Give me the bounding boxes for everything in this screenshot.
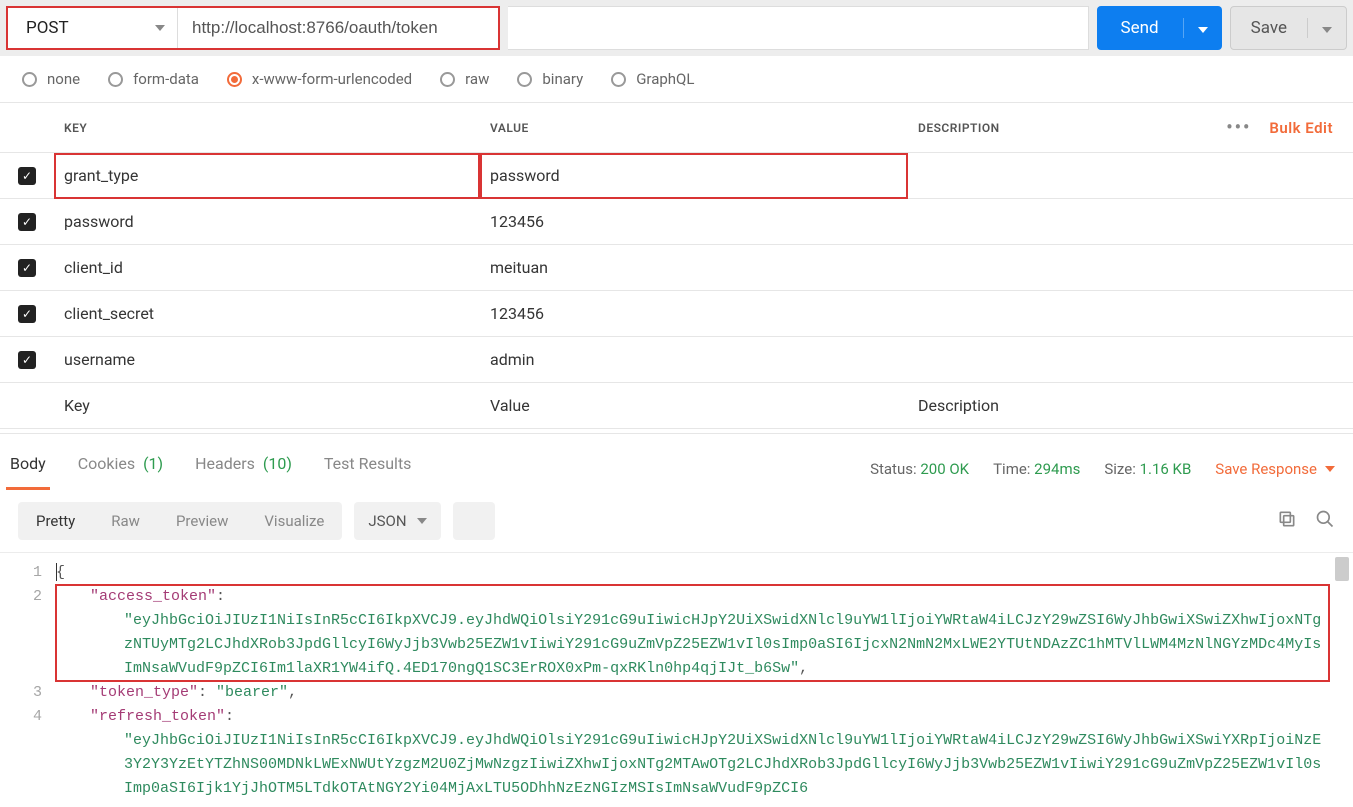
http-method-select[interactable]: POST	[8, 8, 178, 48]
chevron-down-icon	[155, 25, 165, 31]
json-line: "refresh_token":	[56, 705, 1329, 729]
json-line: {	[56, 561, 1329, 585]
send-label: Send	[1097, 18, 1183, 38]
viewer-tab-raw[interactable]: Raw	[93, 502, 158, 540]
row-checkbox[interactable]: ✓	[18, 213, 36, 231]
body-type-none[interactable]: none	[22, 70, 80, 88]
search-icon[interactable]	[1315, 509, 1335, 534]
radio-icon	[108, 72, 123, 87]
param-value-cell[interactable]: password	[480, 153, 908, 199]
send-dropdown[interactable]	[1183, 18, 1222, 38]
body-type-form-data[interactable]: form-data	[108, 70, 199, 88]
table-row: ✓ client_id meituan	[0, 245, 1353, 291]
time-label: Time: 294ms	[993, 460, 1080, 478]
url-remainder[interactable]	[508, 6, 1089, 50]
body-type-radios: none form-data x-www-form-urlencoded raw…	[0, 56, 1353, 102]
more-icon[interactable]: •••	[1226, 117, 1251, 138]
save-response-button[interactable]: Save Response	[1215, 460, 1335, 478]
radio-icon	[440, 72, 455, 87]
url-input[interactable]	[178, 8, 498, 48]
body-type-urlencoded[interactable]: x-www-form-urlencoded	[227, 70, 412, 88]
param-key-placeholder[interactable]: Key	[54, 383, 480, 429]
viewer-mode-tabs: Pretty Raw Preview Visualize	[18, 502, 342, 540]
tab-body[interactable]: Body	[6, 448, 50, 490]
table-row: ✓ username admin	[0, 337, 1353, 383]
param-desc-cell[interactable]	[908, 245, 1353, 291]
header-description: DESCRIPTION ••• Bulk Edit	[908, 103, 1353, 153]
copy-icon[interactable]	[1277, 509, 1297, 534]
viewer-toolbar: Pretty Raw Preview Visualize JSON	[0, 490, 1353, 553]
status-label: Status: 200 OK	[870, 460, 969, 478]
response-bar: Body Cookies (1) Headers (10) Test Resul…	[0, 433, 1353, 490]
send-button[interactable]: Send	[1097, 6, 1222, 50]
chevron-down-icon	[417, 518, 427, 524]
body-type-raw[interactable]: raw	[440, 70, 489, 88]
tab-test-results[interactable]: Test Results	[320, 448, 416, 490]
radio-icon	[227, 72, 242, 87]
header-check	[0, 103, 54, 153]
row-checkbox[interactable]: ✓	[18, 351, 36, 369]
param-desc-cell[interactable]	[908, 291, 1353, 337]
param-key-cell[interactable]: password	[54, 199, 480, 245]
param-key-cell[interactable]: client_secret	[54, 291, 480, 337]
table-row: ✓ password 123456	[0, 199, 1353, 245]
radio-icon	[22, 72, 37, 87]
json-line: "token_type": "bearer",	[56, 681, 1329, 705]
save-button[interactable]: Save	[1230, 6, 1347, 50]
language-select[interactable]: JSON	[354, 502, 440, 540]
request-bar: POST Send Save	[0, 0, 1353, 56]
tab-headers[interactable]: Headers (10)	[191, 448, 296, 490]
radio-icon	[517, 72, 532, 87]
line-numbers: 1 2 3 4	[0, 561, 56, 801]
size-label: Size: 1.16 KB	[1104, 460, 1191, 478]
param-value-cell[interactable]: admin	[480, 337, 908, 383]
param-key-cell[interactable]: username	[54, 337, 480, 383]
table-row: ✓ client_secret 123456	[0, 291, 1353, 337]
body-type-binary[interactable]: binary	[517, 70, 583, 88]
body-type-graphql[interactable]: GraphQL	[611, 70, 694, 88]
bulk-edit-button[interactable]: Bulk Edit	[1269, 119, 1343, 137]
param-desc-cell[interactable]	[908, 199, 1353, 245]
method-url-group: POST	[6, 6, 500, 50]
param-key-cell[interactable]: grant_type	[54, 153, 480, 199]
param-desc-cell[interactable]	[908, 153, 1353, 199]
wrap-lines-button[interactable]	[453, 502, 495, 540]
viewer-tab-pretty[interactable]: Pretty	[18, 502, 93, 540]
save-label: Save	[1231, 18, 1307, 38]
param-value-cell[interactable]: meituan	[480, 245, 908, 291]
save-dropdown[interactable]	[1307, 18, 1346, 38]
response-meta: Status: 200 OK Time: 294ms Size: 1.16 KB…	[870, 460, 1335, 478]
row-checkbox[interactable]: ✓	[18, 305, 36, 323]
table-row-new: Key Value Description	[0, 383, 1353, 429]
header-description-label: DESCRIPTION	[918, 121, 1000, 135]
header-value: VALUE	[480, 103, 908, 153]
header-key: KEY	[54, 103, 480, 153]
json-line: "eyJhbGciOiJIUzI1NiIsInR5cCI6IkpXVCJ9.ey…	[56, 609, 1329, 681]
tab-cookies[interactable]: Cookies (1)	[74, 448, 167, 490]
param-desc-placeholder[interactable]: Description	[908, 383, 1353, 429]
row-checkbox[interactable]: ✓	[18, 259, 36, 277]
chevron-down-icon	[1322, 27, 1332, 33]
scrollbar-thumb[interactable]	[1335, 557, 1349, 581]
viewer-tab-preview[interactable]: Preview	[158, 502, 246, 540]
chevron-down-icon	[1198, 27, 1208, 33]
json-line: "eyJhbGciOiJIUzI1NiIsInR5cCI6IkpXVCJ9.ey…	[56, 729, 1329, 801]
json-viewer: 1 2 3 4 { "access_token": "eyJhbGciOiJIU…	[0, 553, 1353, 801]
response-tabs: Body Cookies (1) Headers (10) Test Resul…	[6, 448, 415, 490]
json-lines[interactable]: { "access_token": "eyJhbGciOiJIUzI1NiIsI…	[56, 561, 1353, 801]
param-value-cell[interactable]: 123456	[480, 291, 908, 337]
http-method-label: POST	[26, 18, 69, 38]
viewer-tab-visualize[interactable]: Visualize	[246, 502, 342, 540]
wrap-icon	[464, 513, 484, 529]
param-desc-cell[interactable]	[908, 337, 1353, 383]
radio-icon	[611, 72, 626, 87]
param-key-cell[interactable]: client_id	[54, 245, 480, 291]
param-value-cell[interactable]: 123456	[480, 199, 908, 245]
param-value-placeholder[interactable]: Value	[480, 383, 908, 429]
row-checkbox[interactable]: ✓	[18, 167, 36, 185]
json-line: "access_token":	[56, 585, 1329, 609]
table-row: ✓ grant_type password	[0, 153, 1353, 199]
params-table: KEY VALUE DESCRIPTION ••• Bulk Edit ✓ gr…	[0, 102, 1353, 429]
chevron-down-icon	[1325, 466, 1335, 472]
